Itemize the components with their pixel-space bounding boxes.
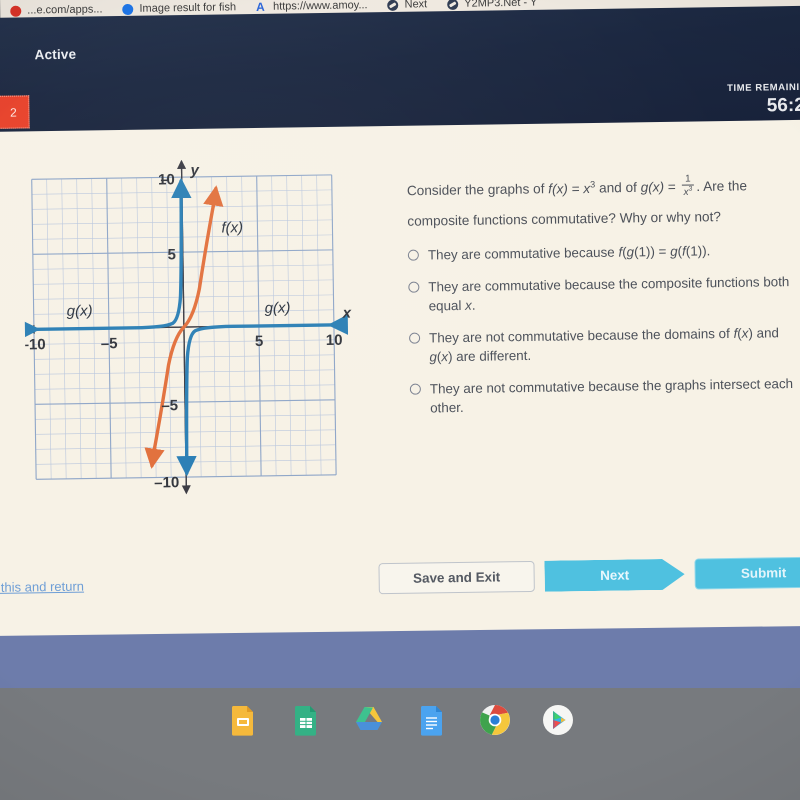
option-a[interactable]: They are commutative because f(g(1)) = g… <box>407 240 800 265</box>
submit-button[interactable]: Submit <box>694 556 800 590</box>
favicon-red-circle-icon <box>10 5 22 17</box>
browser-tab-title: ...e.com/apps... <box>27 3 103 17</box>
question-suffix: . Are the <box>696 178 748 194</box>
screen-photo: ...e.com/apps... Image result for fish A… <box>0 0 800 800</box>
question-f-arg: (x) = x3 <box>551 178 596 197</box>
svg-text:–5: –5 <box>161 397 178 414</box>
graph-svg: – 10 5 –5 –10 –10 –5 5 10 y x f(x) g(x) … <box>22 154 358 500</box>
chromeos-shelf <box>0 688 800 800</box>
time-remaining-label: TIME REMAINING <box>726 81 800 95</box>
answer-options: They are commutative because f(g(1)) = g… <box>407 240 800 431</box>
fraction-one-over-x-cubed: 1 x3 <box>681 173 695 199</box>
shelf-icon-row <box>0 692 800 748</box>
option-d[interactable]: They are not commutative because the gra… <box>409 374 800 418</box>
google-slides-icon[interactable] <box>226 703 260 737</box>
option-c[interactable]: They are not commutative because the dom… <box>409 323 800 367</box>
svg-text:5: 5 <box>167 246 176 263</box>
svg-text:x: x <box>342 305 352 322</box>
radio-button-icon[interactable] <box>408 281 420 293</box>
option-a-label: They are commutative because f(g(1)) = g… <box>427 243 711 263</box>
annotation-g-of-x-left: g(x) <box>67 302 93 319</box>
option-d-label: They are not commutative because the gra… <box>429 376 794 416</box>
browser-tab-title: Image result for fish <box>139 1 237 15</box>
svg-text:5: 5 <box>255 333 264 350</box>
option-c-label: They are not commutative because the dom… <box>428 325 780 365</box>
mark-this-and-return-link[interactable]: k this and return <box>0 579 84 595</box>
svg-text:–5: –5 <box>101 335 118 352</box>
time-remaining-value: 56:28 <box>766 94 800 117</box>
radio-button-icon[interactable] <box>409 383 421 395</box>
favicon-amazon-a-icon: A <box>255 0 265 14</box>
question-page: – 10 5 –5 –10 –10 –5 5 10 y x f(x) g(x) … <box>0 119 800 640</box>
question-number-badge[interactable]: 2 <box>0 95 30 129</box>
question-text: Consider the graphs of f(x) = x3 and of … <box>407 166 800 236</box>
svg-text:10: 10 <box>158 171 175 188</box>
favicon-blue-circle-icon <box>122 3 134 15</box>
question-g-arg: (x) = <box>648 179 680 195</box>
google-drive-icon[interactable] <box>352 703 386 737</box>
radio-button-icon[interactable] <box>407 249 419 261</box>
svg-text:–10: –10 <box>22 336 45 353</box>
time-remaining: TIME REMAINING 56:28 <box>727 82 800 118</box>
browser-tab-title: Next <box>404 0 428 11</box>
exam-header: Active 2 TIME REMAINING 56:28 <box>0 5 800 136</box>
question-middle: and of <box>595 179 641 196</box>
google-sheets-icon[interactable] <box>289 703 323 737</box>
question-prefix: Consider the graphs of <box>406 181 549 199</box>
save-and-exit-button[interactable]: Save and Exit <box>378 560 535 595</box>
function-graph: – 10 5 –5 –10 –10 –5 5 10 y x f(x) g(x) … <box>22 154 358 500</box>
svg-text:y: y <box>189 162 199 179</box>
chrome-icon[interactable] <box>478 703 512 737</box>
option-b-label: They are commutative because the composi… <box>428 274 790 314</box>
favicon-globe-icon <box>447 0 459 10</box>
radio-button-icon[interactable] <box>409 332 421 344</box>
browser-tab-title: Y2MP3.Net - Y <box>464 0 538 10</box>
next-button[interactable]: Next <box>544 559 684 592</box>
browser-tab-title: https://www.amoy... <box>272 0 368 13</box>
option-b[interactable]: They are commutative because the composi… <box>408 272 800 316</box>
favicon-globe-icon <box>387 0 399 11</box>
google-docs-icon[interactable] <box>415 703 449 737</box>
svg-text:10: 10 <box>326 332 343 349</box>
annotation-g-of-x-right: g(x) <box>265 300 291 317</box>
svg-text:–10: –10 <box>154 474 179 491</box>
question-line2: composite functions commutative? Why or … <box>407 208 721 229</box>
annotation-f-of-x: f(x) <box>221 219 243 236</box>
status-label: Active <box>34 46 77 63</box>
play-store-icon[interactable] <box>541 703 575 737</box>
